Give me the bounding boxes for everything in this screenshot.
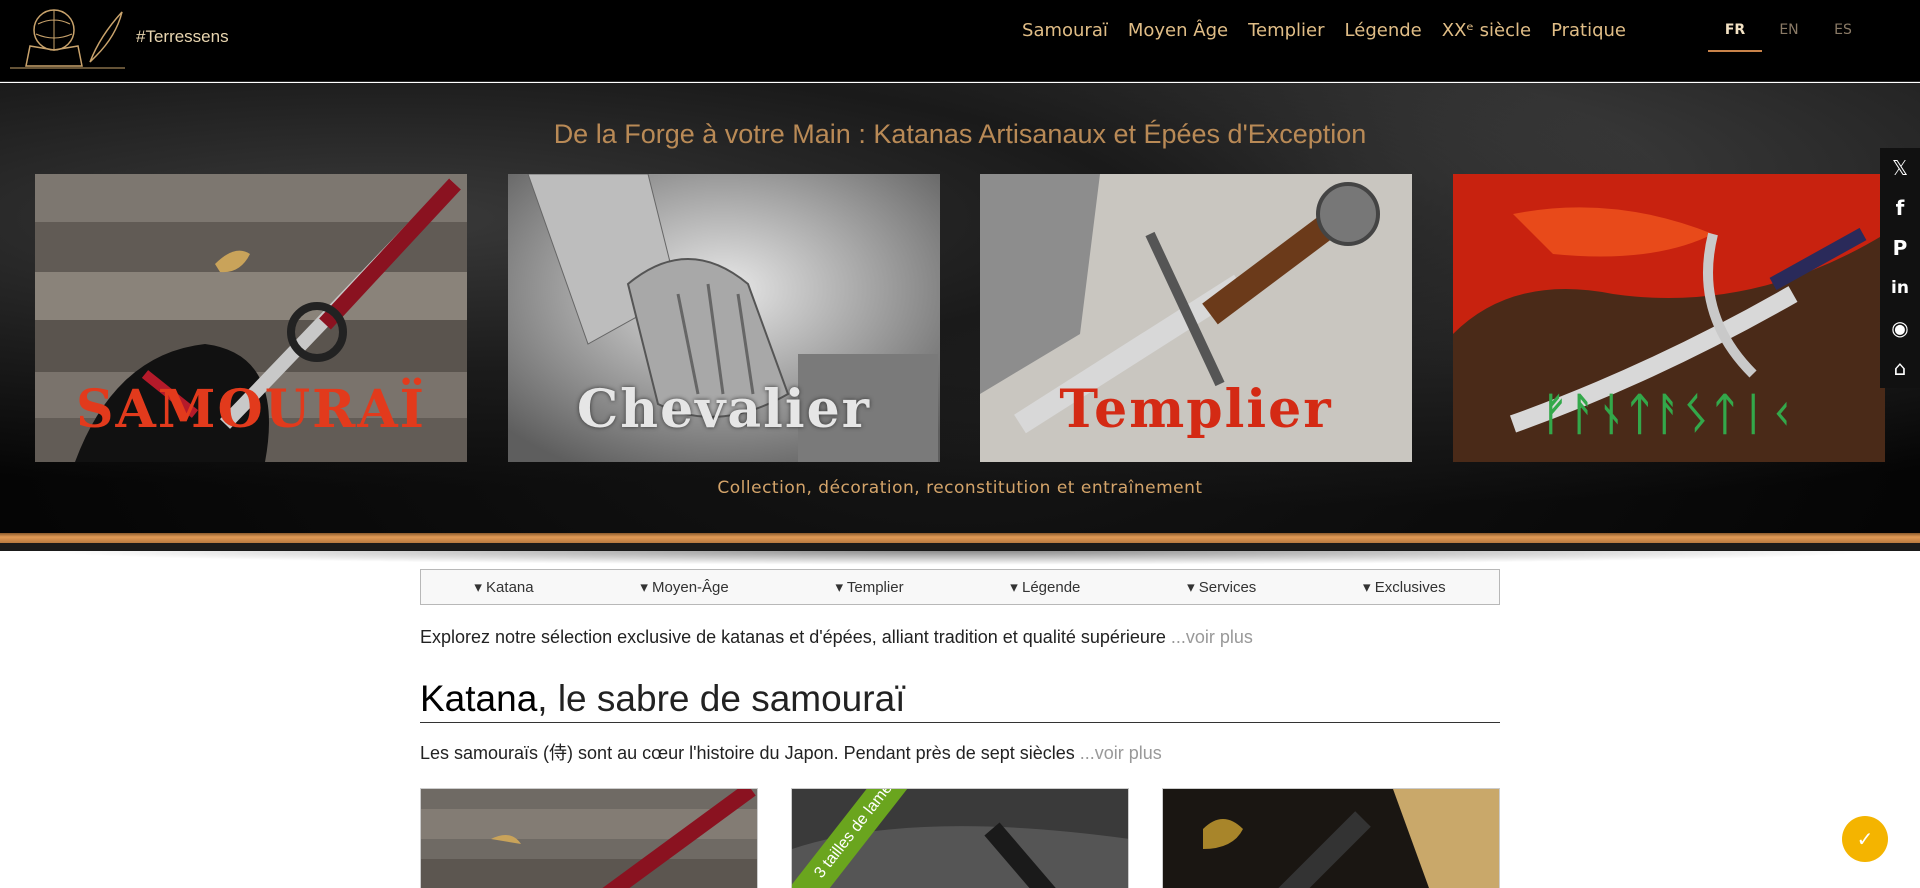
language-switcher: FR EN ES <box>1708 22 1870 52</box>
section-title: Katana, le sabre de samouraï <box>420 678 1500 723</box>
pinterest-icon[interactable]: P <box>1880 228 1920 268</box>
section-title-rest: , le sabre de samouraï <box>537 678 906 719</box>
lang-es[interactable]: ES <box>1816 22 1870 52</box>
category-subnav: ▾ Katana ▾ Moyen-Âge ▾ Templier ▾ Légend… <box>420 569 1500 605</box>
cookie-consent-button[interactable]: ✓ <box>1842 816 1888 862</box>
logo-icon[interactable] <box>10 6 125 70</box>
product-card[interactable] <box>420 788 758 888</box>
hero-subtitle: Collection, décoration, reconstitution e… <box>717 478 1203 498</box>
section-text: Les samouraïs (侍) sont au cœur l'histoir… <box>420 743 1080 763</box>
x-icon[interactable]: 𝕏 <box>1880 148 1920 188</box>
subnav-moyen-age[interactable]: ▾ Moyen-Âge <box>640 578 728 596</box>
nav-templier[interactable]: Templier <box>1248 20 1324 41</box>
site-header: #Terressens Samouraï Moyen Âge Templier … <box>0 0 1920 82</box>
reddit-icon[interactable]: ◉ <box>1880 308 1920 348</box>
card-label-legende: ᚠᚨᚾᛏᚨᛊᛏᛁᚲ <box>1541 389 1797 440</box>
share-icon[interactable]: ⌂ <box>1880 348 1920 388</box>
product-image <box>1163 789 1499 888</box>
subnav-katana[interactable]: ▾ Katana <box>474 578 533 596</box>
subnav-exclusives[interactable]: ▾ Exclusives <box>1363 578 1446 596</box>
brand-name[interactable]: #Terressens <box>136 27 229 47</box>
nav-xx-siecle[interactable]: XXᵉ siècle <box>1442 20 1531 41</box>
intro-paragraph: Explorez notre sélection exclusive de ka… <box>420 627 1500 648</box>
hero-shadow <box>30 551 1890 565</box>
search-icon[interactable] <box>1660 22 1676 44</box>
nav-samourai[interactable]: Samouraï <box>1022 20 1108 41</box>
card-label-samourai: SAMOURAÏ <box>76 379 426 440</box>
main-nav: Samouraï Moyen Âge Templier Légende XXᵉ … <box>1022 20 1626 41</box>
lang-en[interactable]: EN <box>1762 22 1816 52</box>
nav-moyen-age[interactable]: Moyen Âge <box>1128 20 1228 41</box>
product-image <box>421 789 757 888</box>
nav-pratique[interactable]: Pratique <box>1551 20 1626 41</box>
facebook-icon[interactable]: f <box>1880 188 1920 228</box>
card-chevalier[interactable]: Chevalier <box>508 174 940 462</box>
intro-more-link[interactable]: ...voir plus <box>1171 627 1253 647</box>
card-legende[interactable]: ᚠᚨᚾᛏᚨᛊᛏᛁᚲ <box>1453 174 1885 462</box>
hero-divider <box>0 533 1920 543</box>
section-paragraph: Les samouraïs (侍) sont au cœur l'histoir… <box>420 739 1500 765</box>
card-templier[interactable]: Templier <box>980 174 1412 462</box>
card-label-chevalier: Chevalier <box>576 379 872 440</box>
linkedin-icon[interactable]: in <box>1880 268 1920 308</box>
section-title-bold: Katana <box>420 678 538 719</box>
nav-legende[interactable]: Légende <box>1345 20 1422 41</box>
product-card[interactable]: 3 tailles de lame <box>791 788 1129 888</box>
section-more-link[interactable]: ...voir plus <box>1080 743 1162 763</box>
hero-divider-dark <box>0 543 1920 551</box>
main-content: ▾ Katana ▾ Moyen-Âge ▾ Templier ▾ Légend… <box>420 569 1500 888</box>
subnav-legende[interactable]: ▾ Légende <box>1010 578 1080 596</box>
subnav-templier[interactable]: ▾ Templier <box>835 578 903 596</box>
social-share-bar: 𝕏 f P in ◉ ⌂ <box>1880 148 1920 388</box>
lang-fr[interactable]: FR <box>1708 22 1762 52</box>
intro-text: Explorez notre sélection exclusive de ka… <box>420 627 1171 647</box>
hero-title: De la Forge à votre Main : Katanas Artis… <box>553 119 1367 149</box>
product-grid: 3 tailles de lame <box>420 788 1500 888</box>
card-label-templier: Templier <box>1059 379 1333 440</box>
product-card[interactable] <box>1162 788 1500 888</box>
subnav-services[interactable]: ▾ Services <box>1187 578 1256 596</box>
card-samourai[interactable]: SAMOURAÏ <box>35 174 467 462</box>
hero-banner: De la Forge à votre Main : Katanas Artis… <box>0 83 1920 535</box>
